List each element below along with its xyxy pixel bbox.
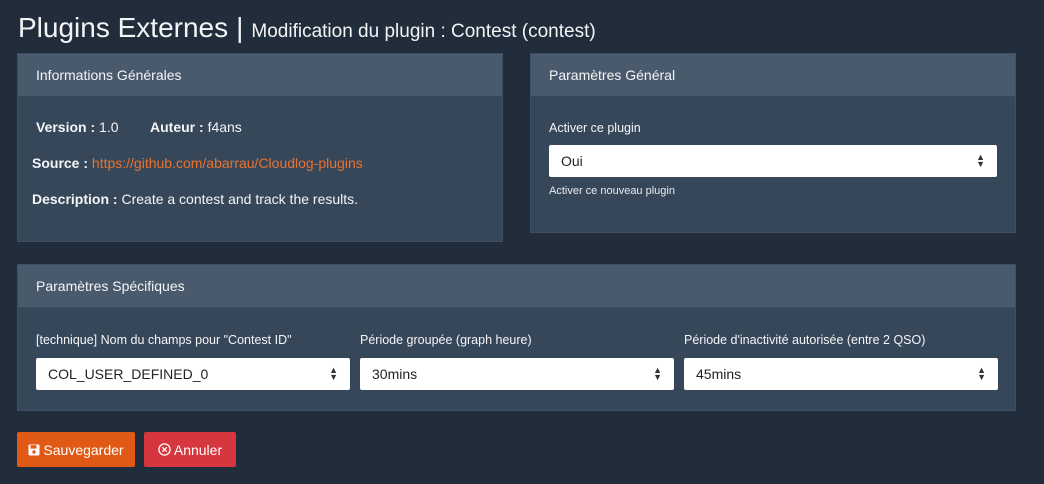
description-value: Create a contest and track the results. <box>121 191 359 207</box>
enable-plugin-value: Oui <box>561 153 583 169</box>
author-label: Auteur : <box>150 119 204 135</box>
contest-id-field-label: [technique] Nom du champs pour "Contest … <box>36 333 292 347</box>
general-settings-card: Paramètres Général Activer ce plugin Oui… <box>530 53 1016 233</box>
source-line: Source : https://github.com/abarrau/Clou… <box>32 155 363 171</box>
save-button-label: Sauvegarder <box>43 441 124 458</box>
version-value: 1.0 <box>99 119 119 135</box>
general-info-card: Informations Générales Version : 1.0 Aut… <box>17 53 503 242</box>
inactivity-period-select[interactable]: 45mins ▲ ▼ <box>684 358 998 390</box>
select-caret-icon: ▲ ▼ <box>329 365 338 382</box>
save-button[interactable]: Sauvegarder <box>17 432 135 467</box>
cancel-button-label: Annuler <box>173 441 223 458</box>
enable-plugin-help: Activer ce nouveau plugin <box>549 185 675 197</box>
contest-id-field-value: COL_USER_DEFINED_0 <box>48 366 209 382</box>
page-subtitle: Modification du plugin : Contest (contes… <box>251 21 596 42</box>
version-label: Version : <box>36 119 96 135</box>
select-caret-icon: ▲ ▼ <box>976 152 985 169</box>
enable-plugin-select[interactable]: Oui ▲ ▼ <box>549 145 997 177</box>
specific-settings-card-header: Paramètres Spécifiques <box>18 265 1015 308</box>
grouped-period-label: Période groupée (graph heure) <box>360 333 532 347</box>
inactivity-period-value: 45mins <box>696 366 742 382</box>
author-line: Auteur : f4ans <box>150 119 242 135</box>
page-title-main: Plugins Externes <box>18 12 229 43</box>
grouped-period-select[interactable]: 30mins ▲ ▼ <box>360 358 674 390</box>
description-line: Description : Create a contest and track… <box>32 191 358 207</box>
grouped-period-value: 30mins <box>372 366 418 382</box>
source-label: Source : <box>32 155 89 171</box>
plugin-edit-page: Plugins Externes | Modification du plugi… <box>0 0 1044 484</box>
cancel-button[interactable]: Annuler <box>144 432 236 467</box>
specific-settings-card: Paramètres Spécifiques [technique] Nom d… <box>17 264 1016 411</box>
title-separator: | <box>236 12 244 43</box>
general-info-card-header: Informations Générales <box>18 54 502 97</box>
select-caret-icon: ▲ ▼ <box>977 365 986 382</box>
source-link[interactable]: https://github.com/abarrau/Cloudlog-plug… <box>92 155 363 171</box>
inactivity-period-label: Période d'inactivité autorisée (entre 2 … <box>684 333 926 347</box>
page-title: Plugins Externes | Modification du plugi… <box>18 12 596 44</box>
contest-id-field-select[interactable]: COL_USER_DEFINED_0 ▲ ▼ <box>36 358 350 390</box>
author-value: f4ans <box>207 119 242 135</box>
floppy-disk-icon <box>28 444 40 456</box>
description-label: Description : <box>32 191 118 207</box>
general-settings-card-header: Paramètres Général <box>531 54 1015 97</box>
enable-plugin-label: Activer ce plugin <box>549 121 641 135</box>
version-line: Version : 1.0 <box>36 119 119 135</box>
circle-x-icon <box>158 443 171 456</box>
select-caret-icon: ▲ ▼ <box>653 365 662 382</box>
